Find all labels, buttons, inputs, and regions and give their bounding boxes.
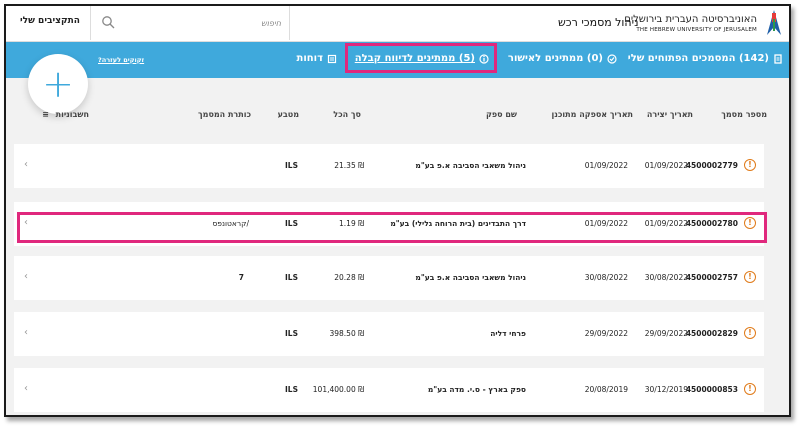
table-row[interactable]: ! 4500002829 29/09/2022 29/09/2022 פרחי … <box>14 312 764 356</box>
tab-reports[interactable]: דוחות <box>297 53 337 64</box>
tab-pending-approval-label: (0) ממתינים לאישור <box>507 53 603 64</box>
university-logo <box>767 10 781 35</box>
doc-title: 7 <box>238 273 244 282</box>
delivery-date: 01/09/2022 <box>584 161 628 170</box>
search-box <box>90 6 290 40</box>
currency: ILS <box>285 273 298 282</box>
table-row[interactable]: ! 4500002757 30/08/2022 30/08/2022 ניהול… <box>14 256 764 300</box>
my-budgets-link[interactable]: התקציבים שלי <box>20 16 80 26</box>
created-date: 01/09/2022 <box>644 161 688 170</box>
delivery-date: 20/08/2019 <box>584 385 628 394</box>
tab-reports-label: דוחות <box>296 53 323 64</box>
help-link[interactable]: זקוקים לעזרה? <box>98 56 144 64</box>
delivery-date: 30/08/2022 <box>584 273 628 282</box>
chevron-left-icon[interactable]: ‹ <box>24 271 28 282</box>
table-row[interactable]: ! 4500002779 01/09/2022 01/09/2022 ניהול… <box>14 144 764 188</box>
currency: ILS <box>285 385 298 394</box>
column-header-doc-number[interactable]: מספר מסמך <box>721 110 767 119</box>
created-date: 29/09/2022 <box>644 329 688 338</box>
table-row[interactable]: ! 4500000853 30/12/2019 20/08/2019 ספק ב… <box>14 368 764 412</box>
total-amount: ₪ 398.50 <box>329 329 364 338</box>
alert-icon: ! <box>744 383 756 395</box>
total-amount: ₪ 101,400.00 <box>312 385 364 394</box>
chevron-left-icon[interactable]: ‹ <box>24 159 28 170</box>
active-tab-highlight <box>345 43 497 73</box>
currency: ILS <box>285 329 298 338</box>
alert-icon: ! <box>744 159 756 171</box>
total-amount: ₪ 20.28 <box>334 273 364 282</box>
delivery-date: 29/09/2022 <box>584 329 628 338</box>
column-header-doc-title[interactable]: כותרת המסמך <box>198 110 251 119</box>
tab-open-documents-label: (142) המסמכים הפתוחים שלי <box>627 53 769 64</box>
app-title: ניהול מסמכי רכש <box>558 16 639 29</box>
chevron-left-icon[interactable]: ‹ <box>24 383 28 394</box>
currency: ILS <box>285 161 298 170</box>
report-icon <box>327 54 337 63</box>
menu-icon: ≡ <box>42 110 49 119</box>
search-icon[interactable] <box>101 15 115 29</box>
column-header-created-date[interactable]: תאריך יצירה <box>647 110 693 119</box>
alert-icon: ! <box>744 327 756 339</box>
top-header: האוניברסיטה העברית בירושלים THE HEBREW U… <box>6 6 789 42</box>
vendor-name: ספק בארץ - ס.י. מדה בע"מ <box>427 385 526 394</box>
column-header-total[interactable]: סך הכל <box>333 110 361 119</box>
app-window: האוניברסיטה העברית בירושלים THE HEBREW U… <box>4 4 791 417</box>
column-header-vendor[interactable]: שם ספק <box>486 110 517 119</box>
university-name-hebrew: האוניברסיטה העברית בירושלים <box>624 14 757 25</box>
vendor-name: ניהול משאבי הסביבה א.פ בע"מ <box>415 161 526 170</box>
created-date: 30/08/2022 <box>644 273 688 282</box>
column-header-delivery-date[interactable]: תאריך אספקה מתוכנן <box>552 110 633 119</box>
alert-icon: ! <box>744 271 756 283</box>
check-circle-icon <box>607 53 617 64</box>
tab-pending-approval[interactable]: (0) ממתינים לאישור <box>508 53 617 64</box>
total-amount: ₪ 21.35 <box>334 161 364 170</box>
add-document-button[interactable]: + <box>28 54 88 114</box>
university-name-english: THE HEBREW UNIVERSITY OF JERUSALEM <box>636 27 757 33</box>
vendor-name: ניהול משאבי הסביבה א.פ בע"מ <box>415 273 526 282</box>
doc-number: 4500002779 <box>685 161 738 170</box>
vendor-name: פרחי דליה <box>490 329 526 338</box>
search-input[interactable] <box>121 14 281 32</box>
plus-icon: + <box>42 62 74 106</box>
column-header-invoices-label: חשבוניות <box>55 110 89 119</box>
document-icon <box>774 53 782 64</box>
column-header-invoices[interactable]: חשבוניות ≡ <box>42 110 89 119</box>
tab-open-documents[interactable]: (142) המסמכים הפתוחים שלי <box>628 53 783 64</box>
column-header-currency[interactable]: מטבע <box>278 110 299 119</box>
doc-number: 4500002829 <box>685 329 738 338</box>
doc-number: 4500002757 <box>685 273 738 282</box>
created-date: 30/12/2019 <box>644 385 688 394</box>
doc-number: 4500000853 <box>685 385 738 394</box>
selected-row-highlight <box>17 212 767 243</box>
chevron-left-icon[interactable]: ‹ <box>24 327 28 338</box>
